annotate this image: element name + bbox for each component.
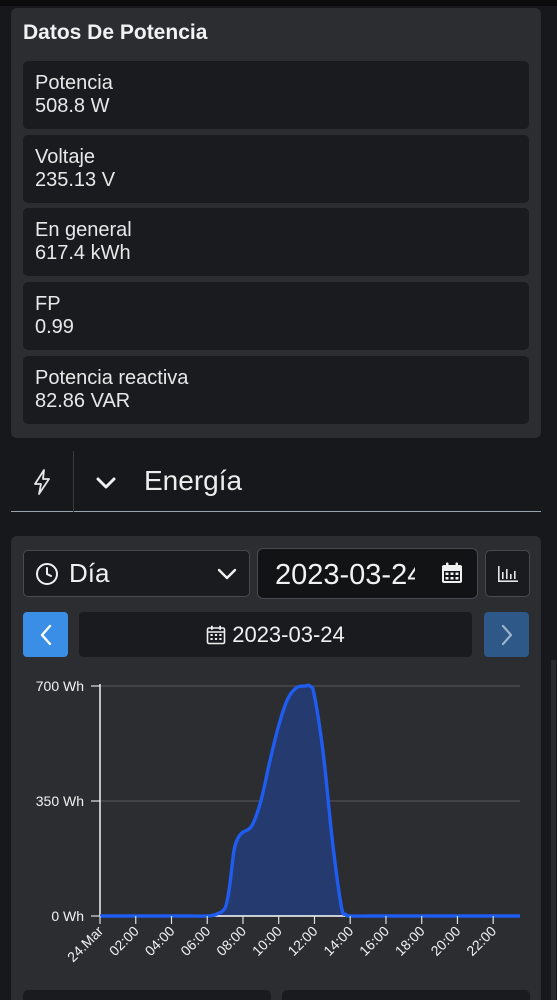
clock-icon bbox=[36, 562, 58, 585]
x-tick-label: 06:00 bbox=[177, 923, 213, 959]
energy-chart: 0 Wh 350 Wh 700 Wh 24.Mar 02:00 04:00 06:00 08:… bbox=[36, 678, 520, 965]
metric-value: 617.4 kWh bbox=[35, 242, 131, 264]
calendar-icon bbox=[206, 625, 226, 644]
summary-box-right bbox=[282, 990, 530, 1000]
metric-label: Potencia bbox=[35, 72, 113, 94]
metric-value: 0.99 bbox=[35, 316, 74, 338]
x-tick-label: 20:00 bbox=[427, 923, 463, 959]
energy-card: Día 2023-03-24 2023-03-24 0 Wh 350 Wh 70… bbox=[11, 536, 541, 1000]
date-input[interactable]: 2023-03-24 bbox=[257, 548, 478, 599]
metric-power-factor: FP 0.99 bbox=[23, 282, 529, 350]
y-tick-label: 700 Wh bbox=[36, 678, 84, 694]
metric-reactive-power: Potencia reactiva 82.86 VAR bbox=[23, 356, 529, 424]
metric-label: Voltaje bbox=[35, 146, 96, 168]
metric-value: 508.8 W bbox=[35, 95, 110, 117]
summary-box-left bbox=[23, 990, 271, 1000]
x-tick-label: 24.Mar bbox=[64, 923, 106, 965]
metric-total-energy: En general 617.4 kWh bbox=[23, 208, 529, 276]
metric-power: Potencia 508.8 W bbox=[23, 61, 529, 129]
metric-value: 235.13 V bbox=[35, 169, 116, 191]
metric-label: FP bbox=[35, 293, 61, 315]
x-tick-label: 08:00 bbox=[213, 923, 249, 959]
metric-value: 82.86 VAR bbox=[35, 390, 131, 412]
power-data-card: Datos De Potencia Potencia 508.8 W Volta… bbox=[11, 8, 541, 438]
power-card-title: Datos De Potencia bbox=[23, 21, 208, 44]
x-tick-label: 14:00 bbox=[320, 923, 356, 959]
x-tick-label: 04:00 bbox=[142, 923, 178, 959]
calendar-icon[interactable] bbox=[441, 562, 463, 584]
period-select-value: Día bbox=[69, 558, 110, 588]
energy-section-header[interactable]: Energía bbox=[11, 451, 541, 512]
metric-voltage: Voltaje 235.13 V bbox=[23, 135, 529, 203]
chevron-right-icon bbox=[501, 624, 512, 645]
x-tick-label: 16:00 bbox=[356, 923, 392, 959]
metric-label: Potencia reactiva bbox=[35, 367, 189, 389]
chart-view-button[interactable] bbox=[485, 550, 530, 597]
bolt-icon bbox=[11, 451, 74, 512]
metric-label: En general bbox=[35, 219, 132, 241]
bar-chart-icon bbox=[497, 565, 518, 582]
previous-day-button[interactable] bbox=[23, 612, 68, 657]
current-date-label: 2023-03-24 bbox=[232, 621, 345, 647]
chevron-down-icon[interactable] bbox=[95, 471, 117, 493]
top-edge bbox=[0, 0, 557, 6]
scrollbar[interactable] bbox=[551, 660, 556, 1000]
chevron-left-icon bbox=[40, 624, 51, 645]
x-tick-label: 10:00 bbox=[249, 923, 285, 959]
x-tick-label: 02:00 bbox=[106, 923, 142, 959]
date-input-value: 2023-03-24 bbox=[275, 559, 415, 591]
current-date-button[interactable]: 2023-03-24 bbox=[79, 612, 472, 657]
y-tick-label: 0 Wh bbox=[51, 908, 84, 924]
x-tick-label: 12:00 bbox=[284, 923, 320, 959]
chevron-down-icon bbox=[217, 568, 237, 580]
energy-section-title: Energía bbox=[144, 465, 243, 496]
x-tick-label: 18:00 bbox=[392, 923, 428, 959]
next-day-button[interactable] bbox=[484, 612, 529, 657]
period-select[interactable]: Día bbox=[23, 550, 250, 597]
x-tick-label: 22:00 bbox=[463, 923, 499, 959]
y-tick-label: 350 Wh bbox=[36, 793, 84, 809]
